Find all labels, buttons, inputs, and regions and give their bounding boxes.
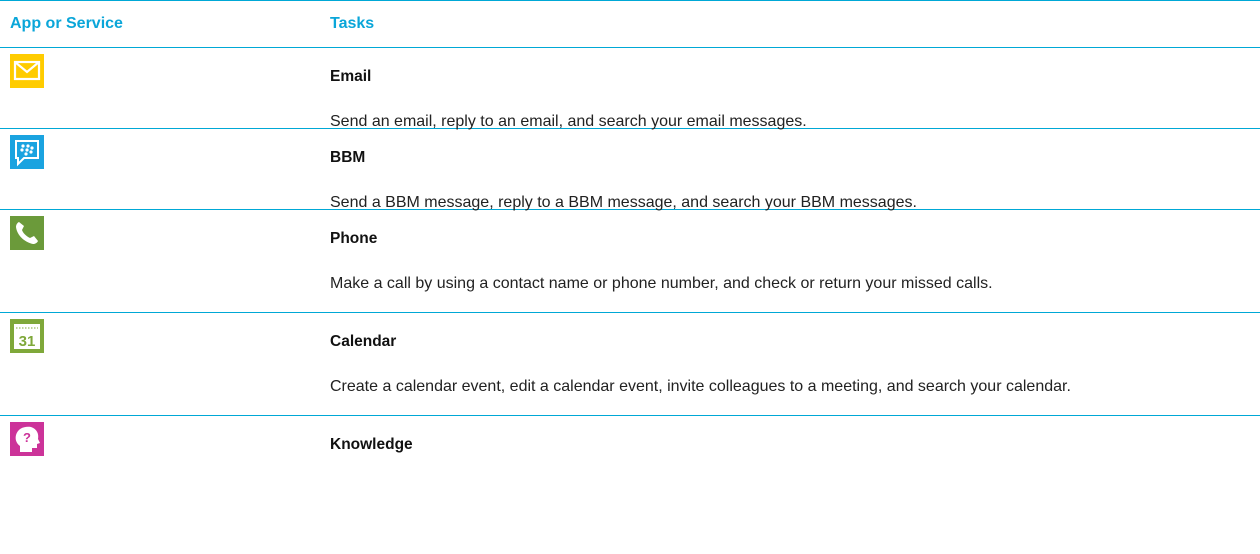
table-row-bbm: BBM Send a BBM message, reply to a BBM m… <box>0 129 1260 211</box>
table-row-email: Email Send an email, reply to an email, … <box>0 48 1260 130</box>
calendar-icon-date: 31 <box>19 333 36 350</box>
table-header: App or Service Tasks <box>0 0 1260 48</box>
table-row-calendar: 31 Calendar Create a calendar event, edi… <box>0 313 1260 416</box>
knowledge-icon: ? <box>10 422 44 456</box>
row-title: Phone <box>330 230 378 247</box>
row-description: Make a call by using a contact name or p… <box>330 275 993 292</box>
header-app-or-service: App or Service <box>10 15 123 32</box>
app-tasks-table: App or Service Tasks Email Send an email… <box>0 0 1260 506</box>
table-row-phone: Phone Make a call by using a contact nam… <box>0 210 1260 313</box>
row-description: Create a calendar event, edit a calendar… <box>330 378 1071 395</box>
header-tasks: Tasks <box>330 15 375 32</box>
phone-icon <box>10 216 44 250</box>
row-title: Email <box>330 68 372 85</box>
row-title: BBM <box>330 149 366 166</box>
knowledge-icon-symbol: ? <box>23 430 31 445</box>
email-icon <box>10 54 44 88</box>
table-row-knowledge: ? Knowledge <box>0 416 1260 506</box>
bbm-icon <box>10 135 44 169</box>
row-title: Calendar <box>330 333 397 350</box>
calendar-icon: 31 <box>10 319 44 353</box>
row-title: Knowledge <box>330 436 413 453</box>
